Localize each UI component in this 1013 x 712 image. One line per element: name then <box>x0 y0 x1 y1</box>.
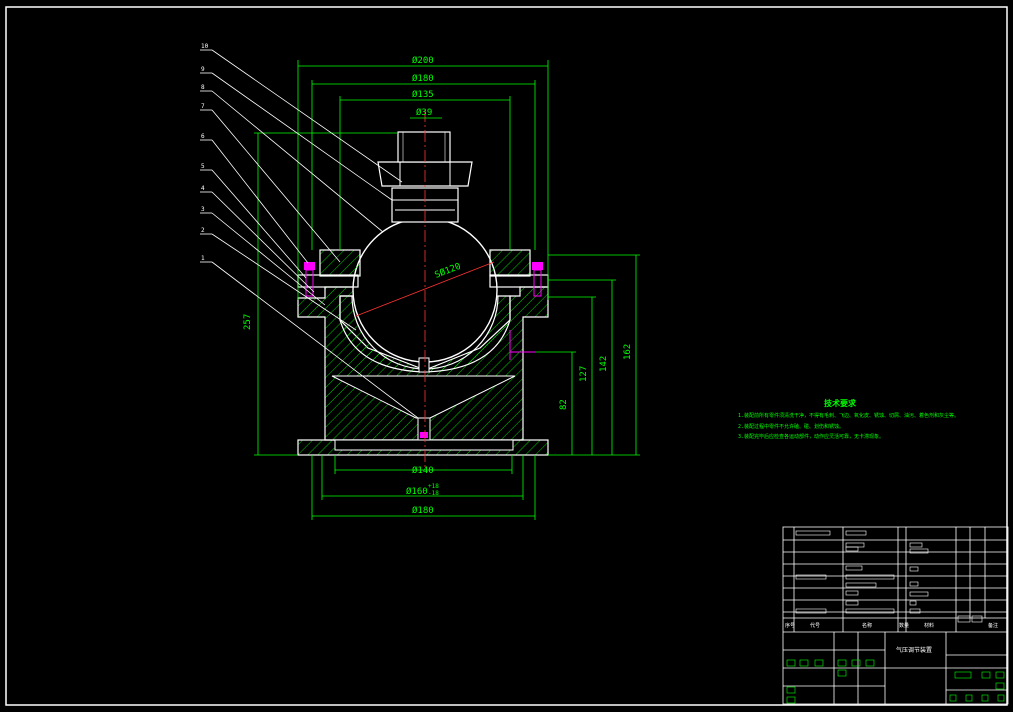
part-number-6: 6 <box>201 133 205 140</box>
part-number-1: 1 <box>201 255 205 262</box>
drawing-name: 气压调节装置 <box>896 646 932 654</box>
part-number-4: 4 <box>201 185 205 192</box>
dim-d200: Ø200 <box>412 55 434 66</box>
dim-82: 82 <box>559 399 569 410</box>
col-note: 备注 <box>988 622 998 629</box>
note-line-1: 1.装配前所有零件须清洗干净，不得有毛刺、飞边、氧化皮、锈蚀、切屑、油污、着色剂… <box>738 412 959 419</box>
col-name: 名称 <box>862 622 872 629</box>
dim-d160-tol-lower: -18 <box>428 490 439 497</box>
notes-title: 技术要求 <box>824 398 857 408</box>
title-block-green-marks <box>786 659 1005 704</box>
part-number-2: 2 <box>201 227 205 234</box>
dim-162: 162 <box>623 344 633 360</box>
part-number-7: 7 <box>201 103 205 110</box>
dim-d135: Ø135 <box>412 89 434 100</box>
part-number-9: 9 <box>201 66 205 73</box>
gland-left <box>319 249 361 277</box>
col-code: 代号 <box>810 622 820 629</box>
col-seq: 序号 <box>785 622 795 629</box>
dim-142: 142 <box>599 356 609 372</box>
col-qty: 数量 <box>899 622 909 629</box>
dim-d160: Ø160 <box>406 486 428 497</box>
dim-d140: Ø140 <box>412 465 434 476</box>
col-material: 材料 <box>924 622 934 629</box>
dim-d39: Ø39 <box>416 107 432 118</box>
technical-notes: 技术要求 1.装配前所有零件须清洗干净，不得有毛刺、飞边、氧化皮、锈蚀、切屑、油… <box>738 398 959 440</box>
part-number-8: 8 <box>201 84 205 91</box>
title-block-text: 序号 代号 名称 数量 材料 备注 气压调节装置 <box>785 622 998 654</box>
note-line-2: 2.装配过程中零件不允许磕、碰、划伤和锈蚀。 <box>738 423 844 430</box>
dim-d180-top: Ø180 <box>412 73 434 84</box>
threaded-end <box>397 131 451 163</box>
dim-d180-bottom: Ø180 <box>412 505 434 516</box>
part-number-3: 3 <box>201 206 205 213</box>
part-number-labels: 10 9 8 7 6 5 4 3 2 1 <box>201 43 209 262</box>
title-block <box>782 526 1009 705</box>
cad-drawing: Ø200 Ø180 Ø135 Ø39 SØ120 257 162 142 127… <box>5 6 1009 706</box>
assembly-section-view <box>297 110 549 470</box>
part-number-5: 5 <box>201 163 205 170</box>
gland-right <box>489 249 531 277</box>
dim-257: 257 <box>243 314 253 330</box>
parts-list-entries <box>795 530 983 623</box>
part-number-10: 10 <box>201 43 209 50</box>
dim-d160-tol-upper: +18 <box>428 483 439 490</box>
dim-127: 127 <box>579 366 589 382</box>
note-line-3: 3.装配完毕后应检查各运动部件，动作应灵活可靠，无卡滞现象。 <box>738 433 884 440</box>
